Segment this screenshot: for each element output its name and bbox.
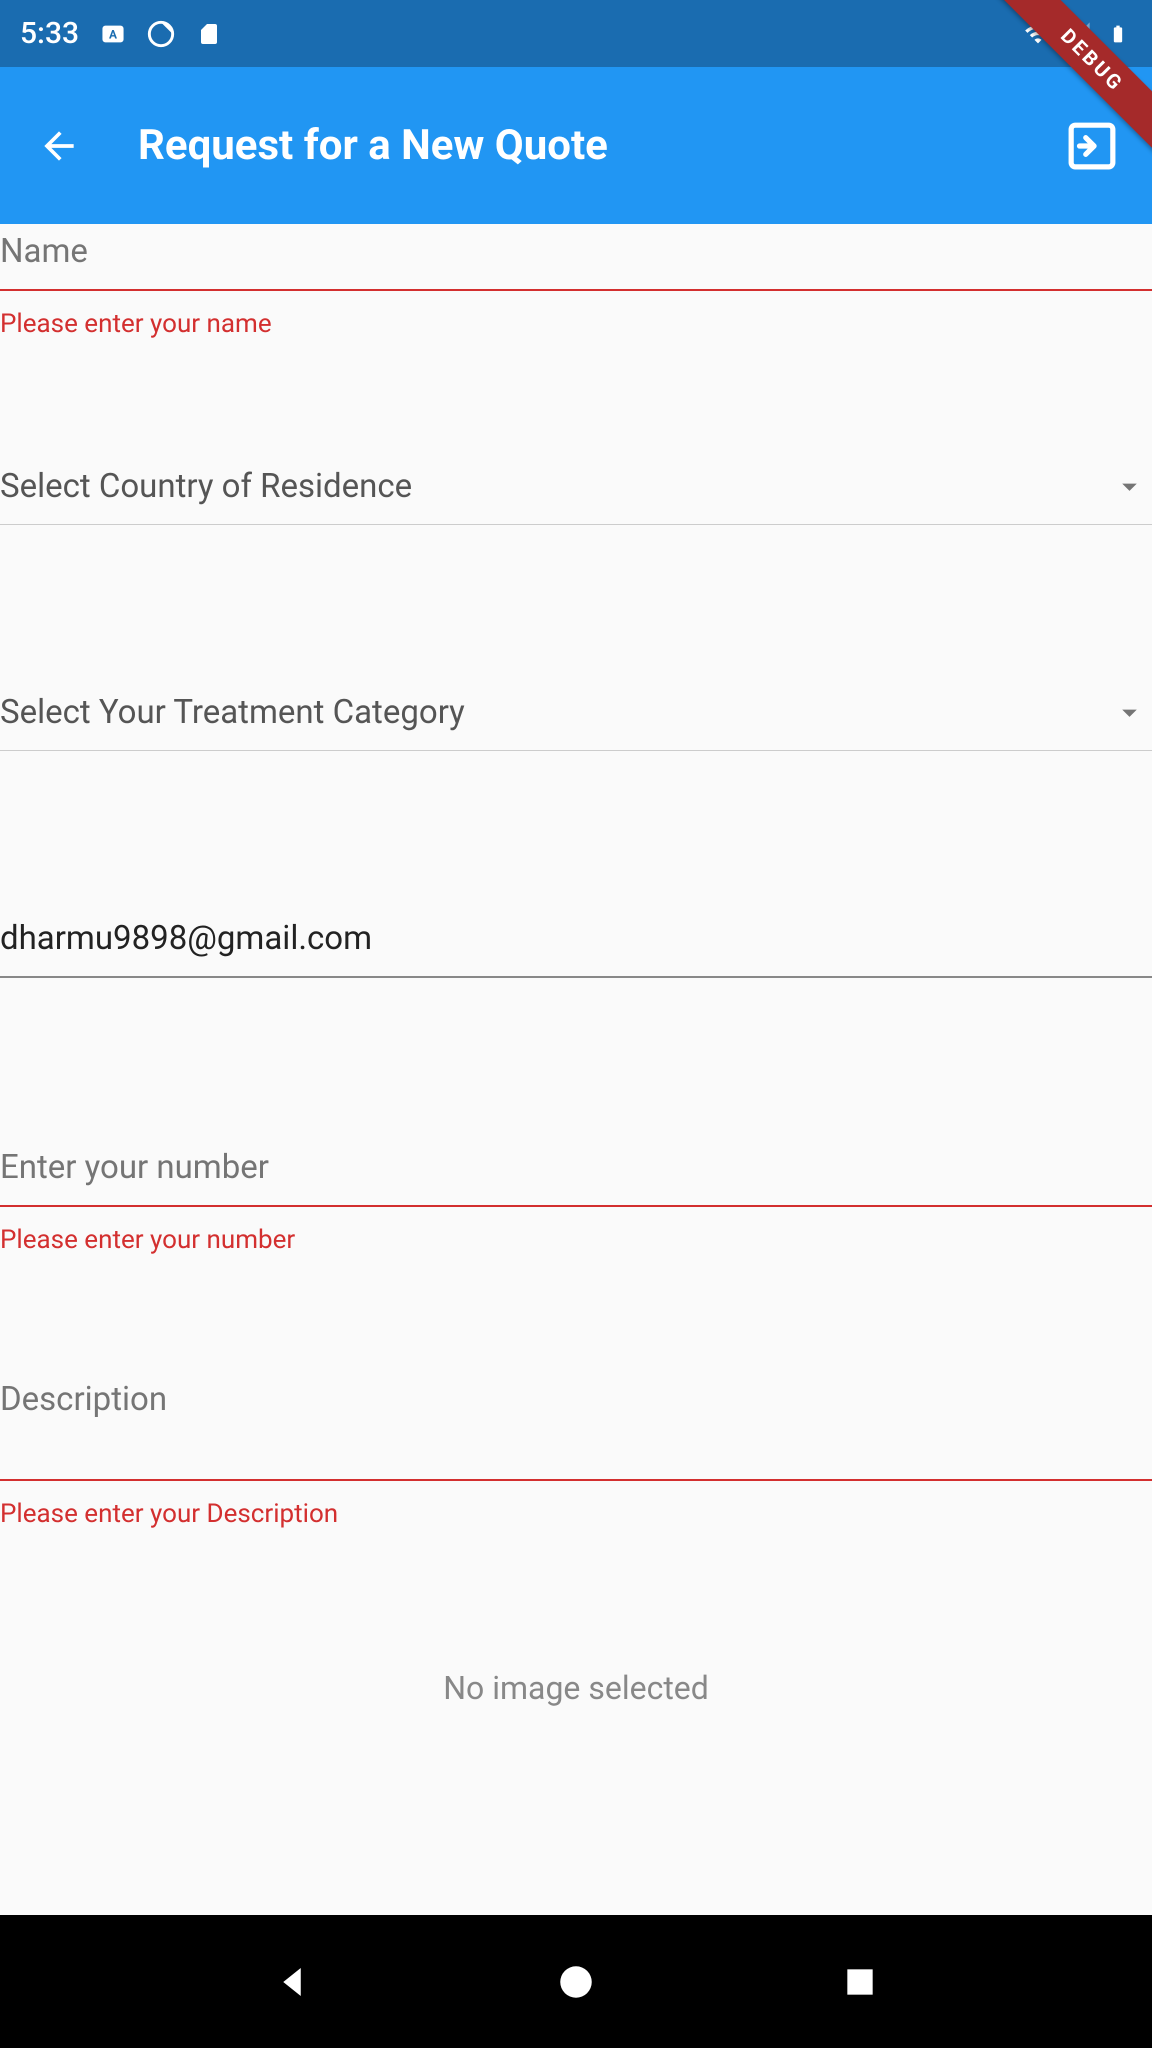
page-title: Request for a New Quote <box>138 121 1067 170</box>
nav-back-button[interactable] <box>267 1957 317 2007</box>
nav-recent-button[interactable] <box>835 1957 885 2007</box>
description-field-group: Please enter your Description <box>0 1365 1152 1529</box>
description-input[interactable] <box>0 1365 1152 1481</box>
data-saver-icon <box>147 20 175 48</box>
status-right <box>1024 20 1132 48</box>
battery-icon <box>1104 20 1132 48</box>
nav-home-button[interactable] <box>551 1957 601 2007</box>
country-dropdown[interactable]: Select Country of Residence <box>0 449 1152 525</box>
back-button[interactable] <box>35 122 83 170</box>
description-field-wrapper <box>0 1365 1152 1481</box>
keyboard-icon: A <box>99 20 127 48</box>
status-bar: 5:33 A <box>0 0 1152 67</box>
number-error-text: Please enter your number <box>0 1225 1152 1255</box>
number-field-group: Please enter your number <box>0 1108 1152 1255</box>
chevron-down-icon <box>1112 695 1147 730</box>
chevron-down-icon <box>1112 469 1147 504</box>
email-field-group: dharmu9898@gmail.com <box>0 901 1152 978</box>
navigation-bar <box>0 1915 1152 2048</box>
status-left: 5:33 A <box>20 16 223 51</box>
description-error-text: Please enter your Description <box>0 1499 1152 1529</box>
image-status-text: No image selected <box>0 1669 1152 1707</box>
form-container: Please enter your name Select Country of… <box>0 224 1152 1707</box>
signal-icon <box>1064 20 1092 48</box>
name-field-wrapper <box>0 224 1152 291</box>
treatment-dropdown[interactable]: Select Your Treatment Category <box>0 675 1152 751</box>
number-field-wrapper <box>0 1108 1152 1207</box>
sd-card-icon <box>195 20 223 48</box>
status-time: 5:33 <box>20 16 79 51</box>
country-dropdown-label: Select Country of Residence <box>0 467 412 506</box>
svg-text:A: A <box>109 27 117 41</box>
wifi-icon <box>1024 20 1052 48</box>
name-field-group: Please enter your name <box>0 224 1152 339</box>
submit-button[interactable] <box>1067 121 1117 171</box>
app-bar: Request for a New Quote <box>0 67 1152 224</box>
treatment-dropdown-label: Select Your Treatment Category <box>0 693 465 732</box>
name-error-text: Please enter your name <box>0 309 1152 339</box>
name-input[interactable] <box>0 224 1152 291</box>
number-input[interactable] <box>0 1108 1152 1207</box>
email-input[interactable]: dharmu9898@gmail.com <box>0 901 1152 978</box>
